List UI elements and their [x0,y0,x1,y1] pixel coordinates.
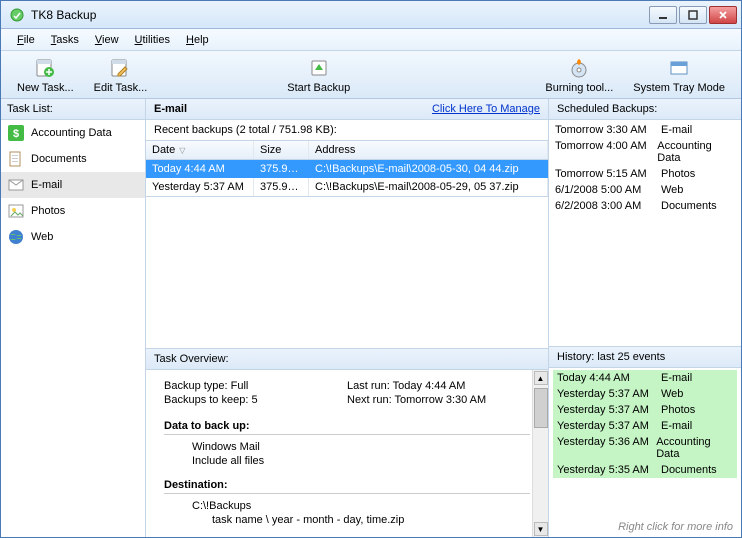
task-item-label: Web [31,231,53,243]
history-list: Today 4:44 AME-mail Yesterday 5:37 AMWeb… [549,368,741,480]
menubar: File Tasks View Utilities Help [1,29,741,51]
overview-data-line: Windows Mail [192,441,530,453]
overview-dest-line: task name \ year - month - day, time.zip [212,514,530,526]
scheduled-row[interactable]: 6/1/2008 5:00 AMWeb [553,182,737,198]
burning-tool-button[interactable]: Burning tool... [535,54,623,96]
sort-indicator-icon: ▽ [179,146,185,155]
recent-header: E-mail Click Here To Manage [146,99,548,120]
new-task-icon [33,56,57,80]
tray-mode-button[interactable]: System Tray Mode [623,54,735,96]
task-item-label: E-mail [31,179,62,191]
start-backup-button[interactable]: Start Backup [277,54,360,96]
task-item-label: Photos [31,205,65,217]
history-row[interactable]: Yesterday 5:36 AMAccounting Data [553,434,737,462]
col-date[interactable]: Date▽ [146,141,254,159]
edit-task-button[interactable]: Edit Task... [84,54,158,96]
toolbar: New Task... Edit Task... Start Backup Bu… [1,51,741,99]
col-size[interactable]: Size [254,141,309,159]
photo-icon [7,202,25,220]
overview-data-header: Data to back up: [164,420,530,432]
task-item-accounting[interactable]: $ Accounting Data [1,120,145,146]
scrollbar[interactable]: ▲ ▼ [532,370,548,537]
table-row[interactable]: Today 4:44 AM 375.99 KB C:\!Backups\E-ma… [146,160,548,178]
scheduled-row[interactable]: Tomorrow 3:30 AME-mail [553,122,737,138]
overview-dest-header: Destination: [164,479,530,491]
tray-mode-icon [667,56,691,80]
overview-header: Task Overview: [146,348,548,370]
task-list-header: Task List: [1,99,145,120]
task-title: E-mail [154,103,187,115]
scroll-down-icon[interactable]: ▼ [534,522,548,536]
menu-help[interactable]: Help [178,31,217,49]
right-panel: Scheduled Backups: Tomorrow 3:30 AME-mai… [549,99,741,537]
svg-text:$: $ [13,128,19,140]
close-button[interactable] [709,6,737,24]
burning-tool-icon [567,56,591,80]
menu-tasks[interactable]: Tasks [43,31,87,49]
overview-backups-keep: Backups to keep: 5 [164,394,347,406]
envelope-icon [7,176,25,194]
task-item-photos[interactable]: Photos [1,198,145,224]
app-window: TK8 Backup File Tasks View Utilities Hel… [0,0,742,538]
menu-file[interactable]: File [9,31,43,49]
new-task-button[interactable]: New Task... [7,54,84,96]
overview-data-line: Include all files [192,455,530,467]
app-icon [9,7,25,23]
overview-backup-type: Backup type: Full [164,380,347,392]
table-row[interactable]: Yesterday 5:37 AM 375.99 KB C:\!Backups\… [146,178,548,196]
history-row[interactable]: Yesterday 5:37 AMPhotos [553,402,737,418]
manage-link[interactable]: Click Here To Manage [432,103,540,115]
task-item-documents[interactable]: Documents [1,146,145,172]
menu-view[interactable]: View [87,31,127,49]
overview-next-run: Next run: Tomorrow 3:30 AM [347,394,530,406]
history-row[interactable]: Today 4:44 AME-mail [553,370,737,386]
start-backup-icon [307,56,331,80]
recent-table: Date▽ Size Address Today 4:44 AM 375.99 … [146,140,548,197]
scheduled-row[interactable]: Tomorrow 4:00 AMAccounting Data [553,138,737,166]
dollar-icon: $ [7,124,25,142]
document-icon [7,150,25,168]
minimize-button[interactable] [649,6,677,24]
task-item-label: Documents [31,153,87,165]
scheduled-row[interactable]: 6/2/2008 3:00 AMDocuments [553,198,737,214]
history-header: History: last 25 events [549,346,741,368]
history-row[interactable]: Yesterday 5:37 AMWeb [553,386,737,402]
overview-panel: Backup type: Full Backups to keep: 5 Las… [146,370,548,537]
scroll-thumb[interactable] [534,388,548,428]
globe-icon [7,228,25,246]
col-address[interactable]: Address [309,141,548,159]
history-row[interactable]: Yesterday 5:35 AMDocuments [553,462,737,478]
edit-task-icon [108,56,132,80]
titlebar[interactable]: TK8 Backup [1,1,741,29]
task-list: $ Accounting Data Documents E-mail Photo… [1,120,145,537]
task-item-email[interactable]: E-mail [1,172,145,198]
scheduled-list: Tomorrow 3:30 AME-mail Tomorrow 4:00 AMA… [549,120,741,216]
scheduled-row[interactable]: Tomorrow 5:15 AMPhotos [553,166,737,182]
history-row[interactable]: Yesterday 5:37 AME-mail [553,418,737,434]
menu-utilities[interactable]: Utilities [127,31,178,49]
task-item-label: Accounting Data [31,127,112,139]
scroll-up-icon[interactable]: ▲ [534,371,548,385]
maximize-button[interactable] [679,6,707,24]
scheduled-header: Scheduled Backups: [549,99,741,120]
overview-dest-line: C:\!Backups [192,500,530,512]
sidebar: Task List: $ Accounting Data Documents E… [1,99,146,537]
task-item-web[interactable]: Web [1,224,145,250]
history-footer: Right click for more info [549,517,741,537]
window-title: TK8 Backup [29,8,649,22]
recent-subtitle: Recent backups (2 total / 751.98 KB): [146,120,548,140]
center-panel: E-mail Click Here To Manage Recent backu… [146,99,549,537]
overview-last-run: Last run: Today 4:44 AM [347,380,530,392]
